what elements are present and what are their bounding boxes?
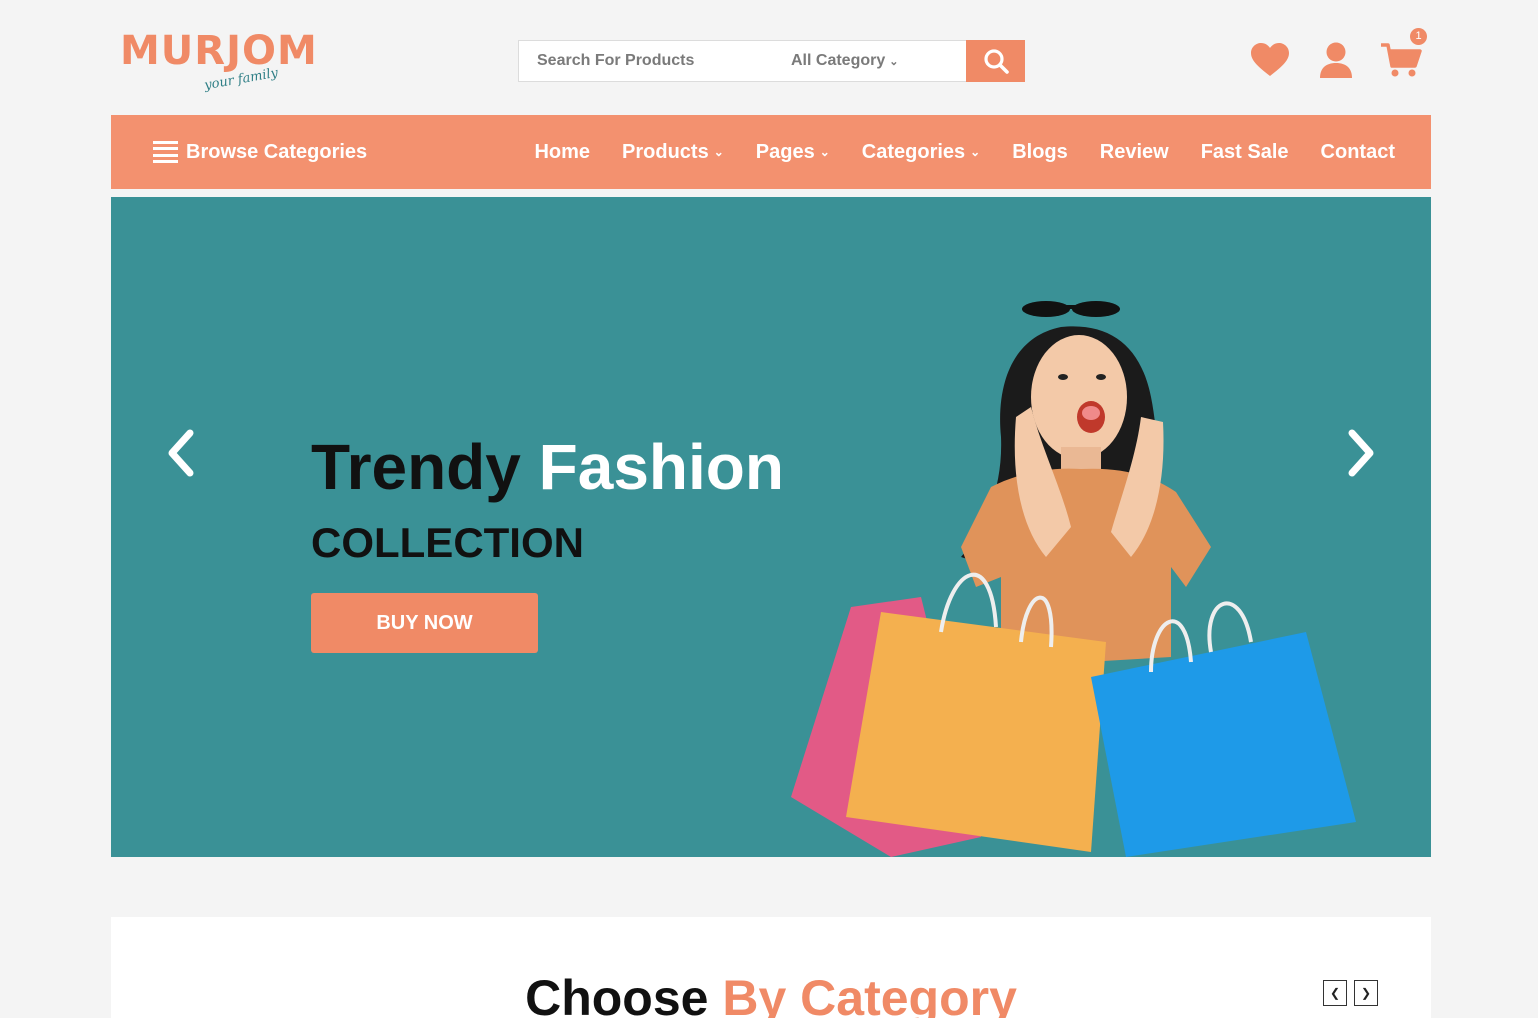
chevron-left-icon (168, 429, 194, 477)
search-input[interactable] (519, 41, 769, 81)
search-button[interactable] (966, 40, 1025, 82)
category-select[interactable]: All Category ⌄ (791, 41, 898, 81)
nav-item-categories[interactable]: Categories ⌄ (862, 141, 980, 164)
hero-slider: Trendy Fashion COLLECTION BUY NOW (111, 197, 1431, 857)
heart-icon (1251, 43, 1289, 76)
nav-item-label: Home (534, 140, 591, 163)
chevron-down-icon: ⌄ (970, 145, 981, 159)
buy-now-button[interactable]: BUY NOW (311, 593, 538, 653)
nav-menu: Home Products ⌄ Pages ⌄ Categories ⌄ Blogs … (502, 115, 1395, 189)
chevron-down-icon: ⌄ (713, 145, 724, 159)
slider-prev-button[interactable] (161, 427, 201, 479)
nav-item-home[interactable]: Home (534, 141, 590, 164)
logo-wordmark: MURJOM (120, 28, 318, 74)
chevron-down-icon: ⌄ (889, 56, 899, 68)
nav-item-label: Fast Sale (1200, 140, 1289, 163)
nav-item-label: Blogs (1012, 140, 1068, 163)
user-icon (1320, 42, 1352, 78)
cart-button[interactable]: 1 (1379, 28, 1427, 82)
nav-item-label: Products (622, 140, 709, 163)
chevron-left-icon: ❮ (1329, 986, 1341, 1000)
nav-item-fast-sale[interactable]: Fast Sale (1201, 141, 1289, 164)
chevron-down-icon: ⌄ (819, 145, 830, 159)
hero-title: Trendy Fashion (311, 427, 784, 507)
hero-image (791, 301, 1356, 857)
nav-item-contact[interactable]: Contact (1321, 141, 1395, 164)
nav-item-pages[interactable]: Pages ⌄ (756, 141, 830, 164)
category-select-label: All Category (791, 52, 886, 69)
search-bar: All Category⌄ (518, 40, 1025, 82)
chevron-right-icon: ❯ (1360, 986, 1372, 1000)
nav-item-blogs[interactable]: Blogs (1012, 141, 1068, 164)
wishlist-button[interactable] (1248, 38, 1292, 82)
section-title-dark: Choose (525, 970, 709, 1018)
nav-item-label: Contact (1320, 140, 1395, 163)
search-icon (983, 49, 1009, 74)
category-section: Choose By Category ❮ ❯ (111, 917, 1431, 1018)
account-button[interactable] (1314, 38, 1358, 82)
section-title-accent: By Category (722, 970, 1017, 1018)
hero-subtitle: COLLECTION (311, 519, 584, 566)
browse-categories-button[interactable]: Browse Categories (153, 115, 367, 189)
logo[interactable]: MURJOM your family (120, 26, 317, 96)
browse-categories-label: Browse Categories (186, 140, 368, 163)
main-navbar: Browse Categories Home Products ⌄ Pages ⌄ … (111, 115, 1431, 189)
nav-item-label: Pages (755, 140, 815, 163)
nav-item-label: Categories (861, 140, 966, 163)
category-prev-button[interactable]: ❮ (1323, 980, 1347, 1006)
nav-item-products[interactable]: Products ⌄ (622, 141, 724, 164)
section-title: Choose By Category (111, 969, 1431, 1018)
cart-count-badge: 1 (1410, 28, 1427, 45)
nav-item-review[interactable]: Review (1100, 141, 1169, 164)
nav-item-label: Review (1099, 140, 1169, 163)
hero-title-dark: Trendy (311, 431, 521, 503)
category-next-button[interactable]: ❯ (1354, 980, 1378, 1006)
menu-icon (153, 141, 178, 163)
cart-icon (1381, 43, 1422, 77)
hero-title-light: Fashion (538, 431, 784, 503)
